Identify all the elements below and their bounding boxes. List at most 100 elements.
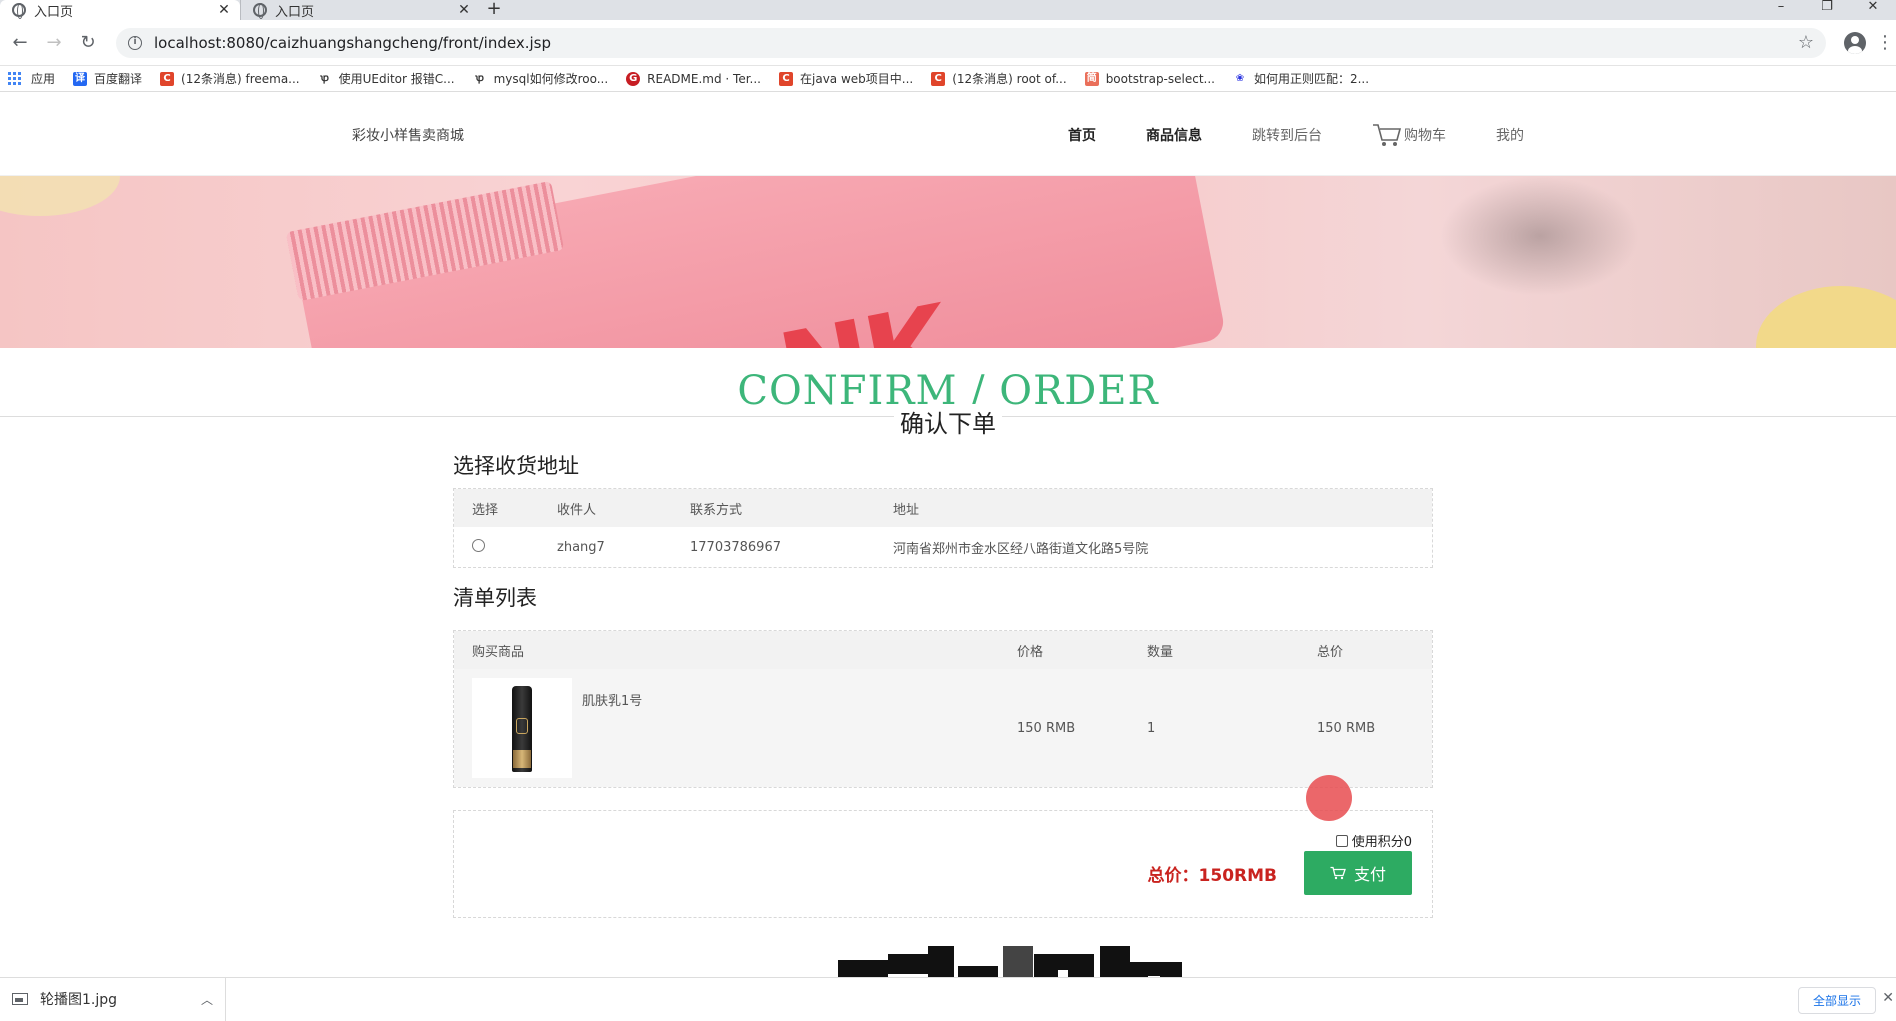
url-text: localhost:8080/caizhuangshangcheng/front…: [154, 33, 551, 52]
bookmark-label: 在java web项目中...: [800, 72, 914, 86]
address-section-title: 选择收货地址: [453, 454, 579, 478]
bookmark-gitee[interactable]: G README.md · Ter...: [626, 71, 761, 86]
bookmark-csdn-3[interactable]: C (12条消息) root of...: [931, 70, 1067, 87]
csdn-icon: C: [160, 71, 175, 86]
restore-icon[interactable]: ❐: [1804, 0, 1850, 20]
order-list-header: 购买商品 价格 数量 总价: [454, 631, 1432, 669]
download-bar: 轮播图1.jpg ︿ 全部显示 ✕: [0, 977, 1896, 1021]
bookmark-label: 如何用正则匹配：2...: [1253, 72, 1370, 86]
use-points-option[interactable]: 使用积分0: [1335, 831, 1412, 850]
bookmark-label: 百度翻译: [94, 72, 143, 86]
use-points-label: 使用积分0: [1351, 835, 1412, 850]
product-image[interactable]: [472, 678, 572, 778]
nav-cart[interactable]: 购物车: [1372, 122, 1446, 148]
back-icon[interactable]: ←: [6, 29, 34, 57]
download-file-name: 轮播图1.jpg: [40, 992, 118, 1008]
address-radio[interactable]: [472, 538, 485, 552]
bookmark-label: (12条消息) root of...: [952, 72, 1067, 86]
receiver-address: 河南省郑州市金水区经八路街道文化路5号院: [893, 541, 1149, 557]
nav-admin[interactable]: 跳转到后台: [1252, 125, 1322, 145]
info-icon[interactable]: i: [128, 35, 142, 50]
bookmark-baidu-translate[interactable]: 译 百度翻译: [73, 70, 142, 87]
address-table: 选择 收件人 联系方式 地址 zhang7 17703786967 河南省郑州市…: [453, 488, 1433, 568]
col-product: 购买商品: [472, 644, 525, 660]
site-logo[interactable]: 彩妆小样售卖商城: [352, 125, 464, 145]
chevron-up-icon[interactable]: ︿: [201, 991, 213, 1008]
bookmark-apps[interactable]: 应用: [8, 70, 55, 87]
browser-tabstrip: 入口页 ✕ 入口页 ✕ + – ❐ ✕: [0, 0, 1896, 20]
col-phone: 联系方式: [690, 502, 743, 518]
ueditor-icon: ꝕ: [317, 71, 332, 86]
nav-products[interactable]: 商品信息: [1146, 125, 1202, 145]
browser-toolbar: ← → ↻ i localhost:8080/caizhuangshangche…: [0, 20, 1896, 66]
download-item[interactable]: 轮播图1.jpg ︿: [0, 977, 226, 1021]
new-tab-button[interactable]: +: [480, 0, 508, 20]
bookmark-star-icon[interactable]: ☆: [1798, 32, 1814, 53]
product-name[interactable]: 肌肤乳1号: [582, 678, 642, 709]
col-receiver: 收件人: [557, 502, 597, 518]
shopping-cart-icon: [1373, 124, 1402, 146]
page-title-cn: 确认下单: [894, 404, 1002, 439]
col-price: 价格: [1017, 644, 1044, 660]
window-controls: – ❐ ✕: [1758, 0, 1896, 20]
globe-icon: [12, 3, 26, 19]
site-header: 彩妆小样售卖商城 首页 商品信息 跳转到后台 购物车 我的: [0, 92, 1896, 176]
image-file-icon: [12, 993, 28, 1005]
address-bar[interactable]: i localhost:8080/caizhuangshangcheng/fro…: [116, 27, 1826, 58]
forward-icon[interactable]: →: [40, 29, 68, 57]
bookmark-label: README.md · Ter...: [647, 71, 761, 86]
pay-button[interactable]: 支付: [1304, 851, 1412, 895]
nav-mine[interactable]: 我的: [1496, 125, 1524, 145]
address-table-header: 选择 收件人 联系方式 地址: [454, 489, 1432, 527]
nav-cart-label: 购物车: [1404, 128, 1446, 144]
globe-icon: [253, 3, 267, 19]
hero-banner-image: NK: [0, 176, 1896, 348]
bookmark-label: bootstrap-select...: [1105, 71, 1215, 86]
col-address: 地址: [893, 502, 920, 518]
col-quantity: 数量: [1147, 644, 1174, 660]
order-list-title: 清单列表: [453, 586, 537, 610]
close-tab-icon[interactable]: ✕: [456, 2, 472, 18]
jianshu-icon: 简: [1084, 71, 1099, 86]
profile-avatar-icon[interactable]: [1844, 31, 1866, 54]
shopping-cart-icon: [1330, 866, 1346, 880]
use-points-checkbox[interactable]: [1335, 834, 1348, 847]
ueditor-icon: ꝕ: [472, 71, 487, 86]
bookmark-label: (12条消息) freema...: [181, 72, 300, 86]
reload-icon[interactable]: ↻: [74, 29, 102, 57]
show-all-downloads-button[interactable]: 全部显示: [1797, 987, 1876, 1014]
payment-box: 使用积分0 总价：150RMB 支付: [453, 810, 1433, 918]
order-list-table: 购买商品 价格 数量 总价 肌肤乳1号 150 RMB 1 150 RMB: [453, 630, 1433, 788]
bookmark-mysql[interactable]: ꝕ mysql如何修改roo...: [472, 70, 609, 87]
browser-tab-1[interactable]: 入口页 ✕: [0, 0, 240, 20]
browser-tab-2[interactable]: 入口页 ✕: [240, 0, 480, 20]
close-download-bar-icon[interactable]: ✕: [1882, 990, 1894, 1006]
minimize-icon[interactable]: –: [1758, 0, 1804, 20]
baidu-paw-icon: ❀: [1232, 71, 1247, 86]
bookmark-label: mysql如何修改roo...: [493, 72, 609, 86]
apps-grid-icon: [8, 72, 21, 85]
tab-title: 入口页: [34, 4, 74, 20]
col-total: 总价: [1317, 644, 1344, 660]
receiver-name: zhang7: [557, 539, 605, 555]
order-content: 选择收货地址 选择 收件人 联系方式 地址 zhang7 17703786967…: [453, 450, 1433, 918]
nav-home[interactable]: 首页: [1068, 125, 1096, 145]
click-indicator: [1306, 775, 1352, 821]
menu-dots-icon[interactable]: ⋮: [1876, 33, 1894, 51]
close-window-icon[interactable]: ✕: [1850, 0, 1896, 20]
table-row: 肌肤乳1号 150 RMB 1 150 RMB: [454, 669, 1432, 787]
receiver-phone: 17703786967: [690, 539, 781, 555]
bookmark-baidu-zhidao[interactable]: ❀ 如何用正则匹配：2...: [1232, 70, 1370, 87]
bookmark-csdn-1[interactable]: C (12条消息) freema...: [160, 70, 300, 87]
table-row[interactable]: zhang7 17703786967 河南省郑州市金水区经八路街道文化路5号院: [454, 527, 1432, 567]
site-nav: 首页 商品信息 跳转到后台 购物车 我的: [1068, 122, 1574, 148]
bookmark-jianshu[interactable]: 简 bootstrap-select...: [1084, 71, 1215, 86]
col-select: 选择: [472, 502, 499, 518]
bookmark-csdn-2[interactable]: C 在java web项目中...: [779, 70, 913, 87]
bookmarks-bar: 应用 译 百度翻译 C (12条消息) freema... ꝕ 使用UEdito…: [0, 66, 1896, 92]
order-total: 总价：150RMB: [1147, 866, 1277, 886]
pay-button-label: 支付: [1353, 865, 1386, 884]
gitee-icon: G: [626, 71, 641, 86]
close-tab-icon[interactable]: ✕: [216, 2, 232, 18]
bookmark-ueditor[interactable]: ꝕ 使用UEditor 报错C...: [317, 70, 455, 87]
